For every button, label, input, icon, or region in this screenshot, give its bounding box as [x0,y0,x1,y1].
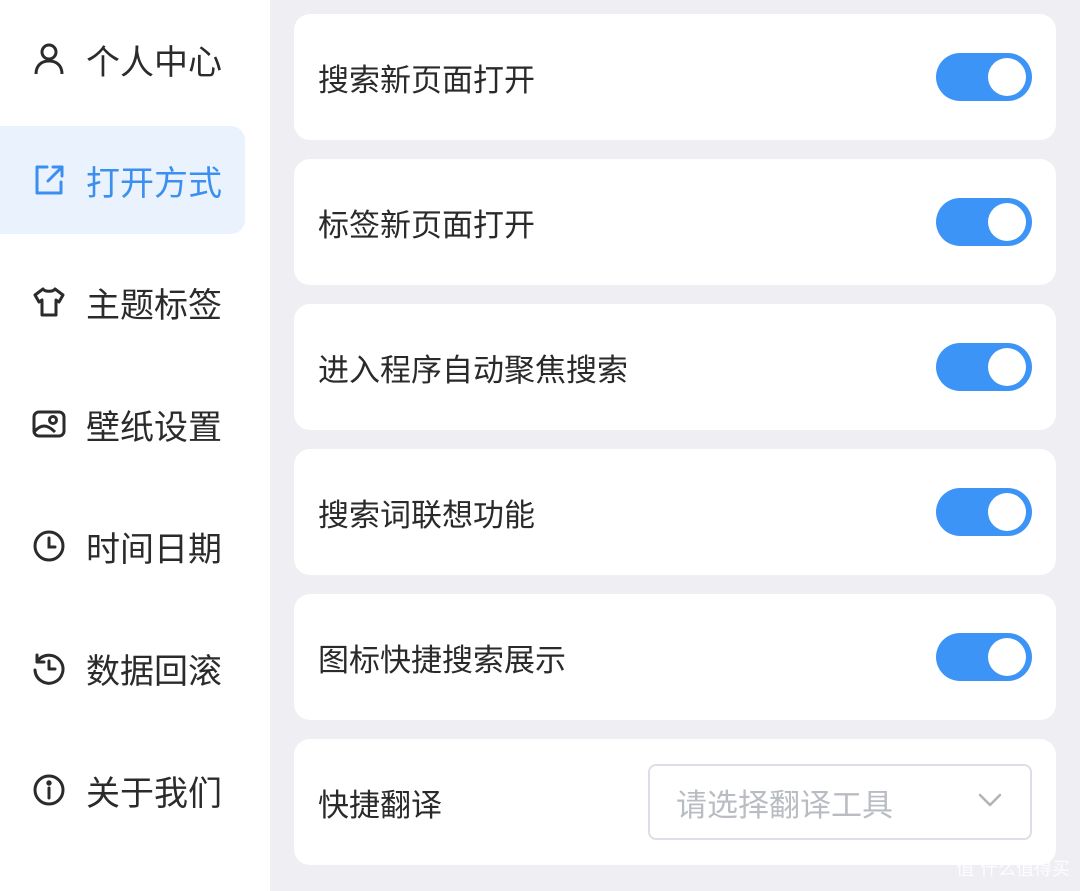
sidebar-item-label: 主题标签 [86,285,222,326]
setting-row-search-suggest: 搜索词联想功能 [294,449,1056,575]
setting-row-search-new-page: 搜索新页面打开 [294,14,1056,140]
settings-panel: 搜索新页面打开 标签新页面打开 进入程序自动聚焦搜索 搜索词联想功能 图标快捷搜… [270,0,1080,891]
setting-row-tag-new-page: 标签新页面打开 [294,159,1056,285]
toggle-knob [988,58,1026,96]
sidebar-item-open-mode[interactable]: 打开方式 [0,126,245,234]
setting-row-icon-quick-search: 图标快捷搜索展示 [294,594,1056,720]
history-icon [30,649,68,687]
setting-label: 标签新页面打开 [318,207,535,244]
sidebar-item-wallpaper[interactable]: 壁纸设置 [0,370,245,478]
clock-icon [30,527,68,565]
toggle-knob [988,348,1026,386]
watermark: 值 什么值得买 [956,855,1070,881]
sidebar-item-personal-center[interactable]: 个人中心 [0,5,245,113]
watermark-text: 值 什么值得买 [956,859,1070,880]
chevron-down-icon [976,786,1004,818]
external-link-icon [30,161,68,199]
sidebar-item-label: 打开方式 [86,163,222,204]
toggle-knob [988,638,1026,676]
translate-tool-select[interactable]: 请选择翻译工具 [648,764,1032,840]
tag-new-page-toggle[interactable] [936,198,1032,246]
info-icon [30,771,68,809]
sidebar-item-label: 关于我们 [86,773,222,814]
sidebar-item-theme-tags[interactable]: 主题标签 [0,248,245,356]
toggle-knob [988,203,1026,241]
wallpaper-icon [30,405,68,443]
sidebar-item-time-date[interactable]: 时间日期 [0,492,245,600]
sidebar-item-about-us[interactable]: 关于我们 [0,736,245,844]
search-new-page-toggle[interactable] [936,53,1032,101]
sidebar-item-label: 时间日期 [86,529,222,570]
setting-label: 进入程序自动聚焦搜索 [318,352,628,389]
setting-row-auto-focus-search: 进入程序自动聚焦搜索 [294,304,1056,430]
sidebar-item-label: 个人中心 [86,42,222,83]
toggle-knob [988,493,1026,531]
select-placeholder: 请选择翻译工具 [676,787,893,824]
sidebar-item-data-rollback[interactable]: 数据回滚 [0,614,245,722]
sidebar-item-label: 壁纸设置 [86,407,222,448]
setting-label: 搜索新页面打开 [318,62,535,99]
sidebar-item-label: 数据回滚 [86,651,222,692]
auto-focus-search-toggle[interactable] [936,343,1032,391]
icon-quick-search-toggle[interactable] [936,633,1032,681]
shirt-icon [30,283,68,321]
setting-label: 图标快捷搜索展示 [318,642,566,679]
setting-label: 搜索词联想功能 [318,497,535,534]
sidebar: 个人中心 打开方式 主题标签 壁纸设置 时间日期 数据回滚 关于我们 [0,0,270,891]
setting-label: 快捷翻译 [318,787,442,824]
user-icon [30,40,68,78]
search-suggest-toggle[interactable] [936,488,1032,536]
setting-row-quick-translate: 快捷翻译 请选择翻译工具 [294,739,1056,865]
